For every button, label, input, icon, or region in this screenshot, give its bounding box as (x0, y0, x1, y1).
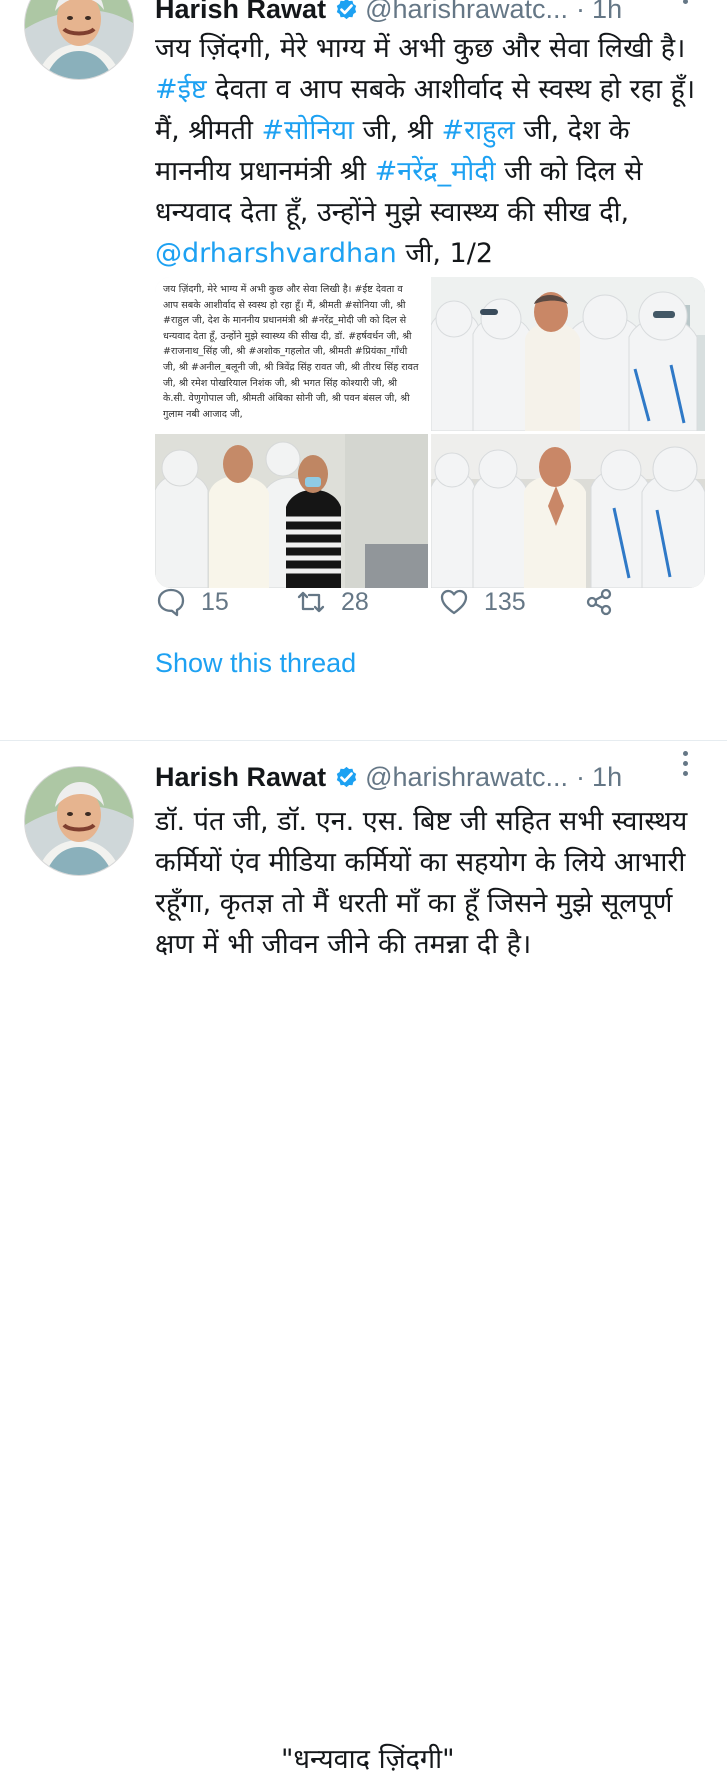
tweet-text: जय ज़िंदगी, मेरे भाग्य में अभी कुछ और से… (155, 28, 697, 274)
tweet-quote-line: "धन्यवाद ज़िंदगी" (281, 1744, 455, 1775)
like-count: 135 (484, 587, 526, 616)
retweet-count: 28 (341, 587, 369, 616)
separator: · (576, 761, 586, 792)
mention[interactable]: @drharshvardhan (155, 238, 397, 269)
show-thread-link[interactable]: Show this thread (155, 648, 356, 679)
verified-badge-icon (334, 765, 359, 790)
hashtag[interactable]: #राहुल (442, 115, 515, 146)
timestamp[interactable]: 1h (592, 762, 622, 793)
tweet-text-part: जय ज़िंदगी, मेरे भाग्य में अभी कुछ और से… (155, 33, 686, 64)
more-options-icon[interactable] (675, 748, 695, 778)
tweet-1[interactable]: Harish Rawat @harishrawatc... · 1h जय ज़… (0, 0, 727, 730)
tweet-divider (0, 740, 727, 741)
hashtag[interactable]: #सोनिया (262, 115, 355, 146)
avatar[interactable] (24, 766, 134, 876)
tweet-2[interactable]: Harish Rawat @harishrawatc... · 1h डॉ. प… (0, 742, 727, 1775)
reply-button[interactable]: 15 (155, 582, 229, 622)
profile-photo (25, 767, 133, 875)
tweet-header: Harish Rawat @harishrawatc... · 1h (155, 756, 707, 798)
media-grid[interactable]: जय ज़िंदगी, मेरे भाग्य में अभी कुछ और से… (155, 277, 705, 588)
media-photo[interactable] (431, 434, 705, 588)
media-note-text: जय ज़िंदगी, मेरे भाग्य में अभी कुछ और से… (155, 277, 428, 431)
retweet-button[interactable]: 28 (295, 582, 369, 622)
more-options-icon[interactable] (675, 0, 695, 6)
retweet-icon (297, 591, 325, 613)
timestamp[interactable]: 1h (592, 0, 622, 25)
hashtag[interactable]: #नरेंद्र_मोदी (375, 156, 496, 187)
tweet-text-part: जी, 1/2 (396, 238, 493, 269)
media-photo[interactable] (431, 277, 705, 434)
like-icon (440, 589, 468, 615)
author-handle[interactable]: @harishrawatc... (365, 762, 568, 793)
avatar[interactable] (24, 0, 134, 80)
tweet-actions: 15 28 135 (155, 582, 635, 622)
reply-count: 15 (201, 587, 229, 616)
tweet-header: Harish Rawat @harishrawatc... · 1h (155, 0, 707, 30)
verified-badge-icon (334, 0, 359, 22)
tweet-text-part: जी, श्री (354, 115, 442, 146)
separator: · (576, 0, 586, 24)
share-button[interactable] (583, 582, 615, 622)
tweet-text: डॉ. पंत जी, डॉ. एन. एस. बिष्ट जी सहित सभ… (155, 806, 688, 960)
author-handle[interactable]: @harishrawatc... (365, 0, 568, 25)
hashtag[interactable]: #ईष्ट (155, 74, 207, 105)
author-name[interactable]: Harish Rawat (155, 0, 326, 25)
share-icon (586, 588, 612, 616)
media-image-text[interactable]: जय ज़िंदगी, मेरे भाग्य में अभी कुछ और से… (155, 277, 431, 434)
author-name[interactable]: Harish Rawat (155, 762, 326, 793)
patient-with-staff-photo (155, 434, 428, 588)
profile-photo (25, 0, 133, 79)
like-button[interactable]: 135 (438, 582, 526, 622)
folded-hands-photo (431, 434, 705, 588)
media-photo[interactable] (155, 434, 431, 588)
reply-icon (157, 588, 185, 617)
hospital-staff-photo (431, 277, 705, 431)
